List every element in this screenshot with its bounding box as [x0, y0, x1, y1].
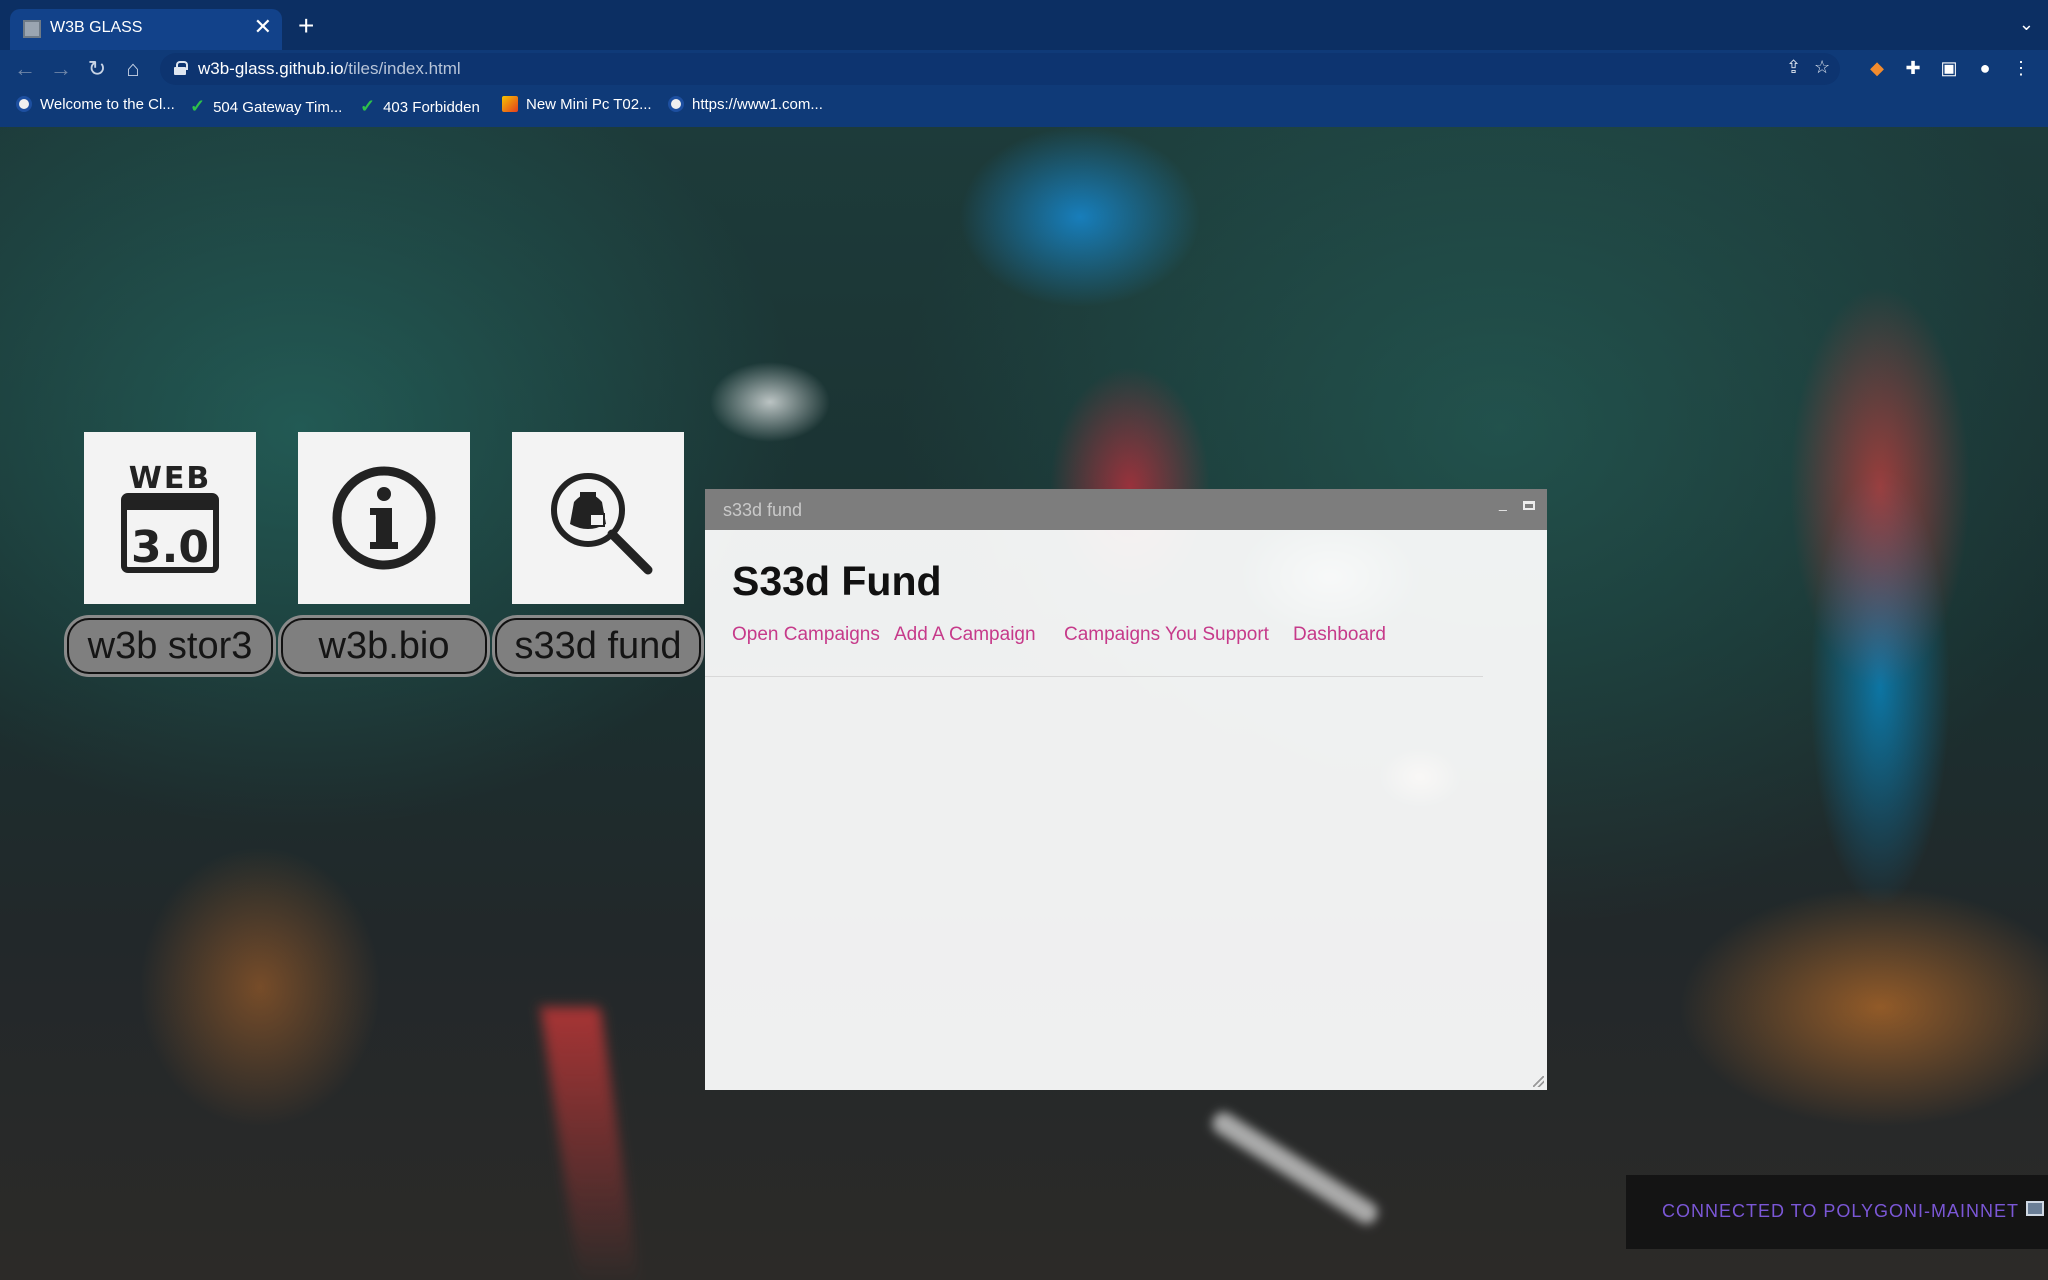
minimize-icon[interactable]: _ [1499, 495, 1513, 511]
lock-icon[interactable] [174, 61, 188, 75]
web3-icon-bottom-text: 3.0 [131, 522, 209, 573]
network-status: CONNECTED TO POLYGONI-MAINNET [1626, 1175, 2048, 1249]
nav-dashboard[interactable]: Dashboard [1293, 624, 1386, 646]
url-host: w3b-glass.github.io [198, 59, 344, 78]
url-path: /tiles/index.html [343, 59, 461, 78]
bookmark-item[interactable]: New Mini Pc T02... [502, 96, 652, 113]
more-menu-icon[interactable]: ⋮ [2008, 55, 2034, 81]
tab-title: W3B GLASS [50, 19, 143, 36]
info-icon[interactable] [298, 432, 470, 604]
browser-chrome: W3B GLASS ✕ + ⌄ ← → ↻ ⌂ w3b-glass.github… [0, 0, 2048, 127]
bookmark-item[interactable]: ✓ 504 Gateway Tim... [190, 96, 342, 117]
metamask-extension-icon[interactable]: ◆ [1864, 55, 1890, 81]
web3-icon-top-text: WEB [129, 461, 211, 496]
bookmark-label: Welcome to the Cl... [40, 96, 175, 113]
divider [705, 676, 1483, 677]
app-label[interactable]: s33d fund [495, 618, 701, 674]
back-icon[interactable]: ← [10, 54, 40, 84]
globe-icon [668, 96, 684, 112]
app-label[interactable]: w3b.bio [281, 618, 487, 674]
new-tab-icon[interactable]: + [298, 12, 314, 40]
forward-icon[interactable]: → [46, 54, 76, 84]
maximize-icon[interactable] [1523, 501, 1535, 510]
browser-toolbar: ← → ↻ ⌂ w3b-glass.github.io/tiles/index.… [0, 50, 2048, 88]
globe-icon [16, 96, 32, 112]
nav-campaigns-you-support[interactable]: Campaigns You Support [1064, 624, 1269, 646]
app-window-s33d-fund[interactable]: s33d fund _ S33d Fund Open Campaigns Add… [705, 489, 1547, 1090]
bookmark-item[interactable]: ✓ 403 Forbidden [360, 96, 480, 117]
web3-icon[interactable]: WEB 3.0 [84, 432, 256, 604]
side-panel-icon[interactable]: ▣ [1936, 55, 1962, 81]
bookmark-label: 504 Gateway Tim... [213, 99, 343, 116]
money-search-icon[interactable] [512, 432, 684, 604]
nav-open-campaigns[interactable]: Open Campaigns [732, 624, 880, 646]
bookmark-label: 403 Forbidden [383, 99, 480, 116]
network-status-text: CONNECTED TO POLYGONI-MAINNET [1662, 1201, 2020, 1221]
home-icon[interactable]: ⌂ [118, 54, 148, 84]
bookmarks-bar: Welcome to the Cl... ✓ 504 Gateway Tim...… [0, 92, 2048, 122]
nav-add-campaign[interactable]: Add A Campaign [894, 624, 1036, 646]
check-icon: ✓ [360, 96, 376, 116]
resize-handle[interactable] [1533, 1076, 1544, 1087]
background-light [1208, 1108, 1382, 1228]
check-icon: ✓ [190, 96, 206, 116]
extensions-puzzle-icon[interactable]: ✚ [1900, 55, 1926, 81]
app-label[interactable]: w3b stor3 [67, 618, 273, 674]
share-icon[interactable]: ⇪ [1786, 57, 1801, 78]
game-icon [502, 96, 518, 112]
bookmark-item[interactable]: Welcome to the Cl... [16, 96, 175, 113]
page-title: S33d Fund [732, 558, 942, 604]
tab-search-icon[interactable]: ⌄ [2019, 14, 2034, 35]
window-title: s33d fund [723, 500, 803, 520]
url-text[interactable]: w3b-glass.github.io/tiles/index.html [198, 59, 461, 79]
favicon-icon [23, 20, 41, 38]
browser-tab[interactable]: W3B GLASS ✕ [10, 9, 282, 50]
tab-strip: W3B GLASS ✕ + ⌄ [0, 0, 2048, 50]
address-bar[interactable]: w3b-glass.github.io/tiles/index.html ⇪ ☆ [160, 53, 1840, 85]
close-tab-icon[interactable]: ✕ [254, 16, 272, 38]
image-icon [2026, 1201, 2044, 1216]
bookmark-star-icon[interactable]: ☆ [1814, 57, 1830, 78]
window-titlebar[interactable]: s33d fund _ [705, 489, 1547, 530]
bookmark-label: New Mini Pc T02... [526, 96, 652, 113]
background-light [540, 1007, 640, 1280]
profile-avatar-icon[interactable]: ● [1972, 55, 1998, 81]
reload-icon[interactable]: ↻ [82, 54, 112, 84]
bookmark-label: https://www1.com... [692, 96, 823, 113]
bookmark-item[interactable]: https://www1.com... [668, 96, 823, 113]
